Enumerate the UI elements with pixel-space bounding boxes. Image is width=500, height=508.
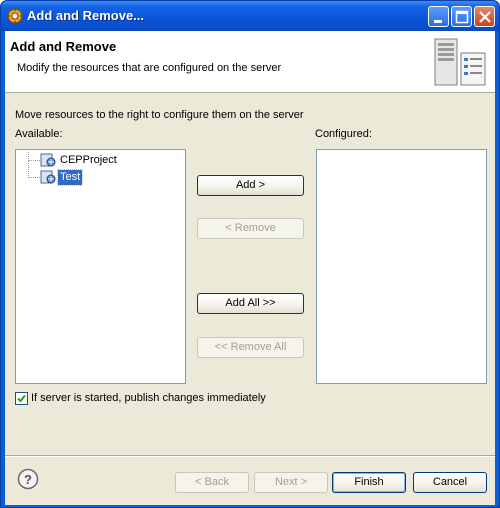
minimize-button[interactable] xyxy=(428,6,449,27)
instructions-label: Move resources to the right to configure… xyxy=(15,109,304,121)
maximize-icon xyxy=(455,10,469,24)
add-all-button[interactable]: Add All >> xyxy=(197,293,304,314)
dialog-window: Add and Remove... Add and Remove Modify … xyxy=(0,0,500,508)
publish-immediately-label[interactable]: If server is started, publish changes im… xyxy=(31,392,266,404)
eclipse-gear-icon xyxy=(7,8,23,24)
list-item[interactable]: Test xyxy=(16,161,185,186)
tree-connector xyxy=(28,152,40,161)
server-icon xyxy=(429,37,489,89)
configured-label: Configured: xyxy=(315,128,372,140)
wizard-header: Add and Remove Modify the resources that… xyxy=(5,31,495,93)
header-subtitle: Modify the resources that are configured… xyxy=(17,62,282,74)
maximize-button[interactable] xyxy=(451,6,472,27)
add-button[interactable]: Add > xyxy=(197,175,304,196)
web-project-icon xyxy=(40,152,56,168)
available-list[interactable]: CEPProject Test xyxy=(15,149,186,384)
minimize-icon xyxy=(434,20,442,23)
available-label: Available: xyxy=(15,128,63,140)
finish-button[interactable]: Finish xyxy=(332,472,406,493)
svg-text:?: ? xyxy=(24,472,32,487)
configured-list[interactable] xyxy=(316,149,487,384)
remove-button[interactable]: < Remove xyxy=(197,218,304,239)
next-button[interactable]: Next > xyxy=(254,472,328,493)
tree-item-label: CEPProject xyxy=(60,154,117,166)
web-project-icon xyxy=(40,169,56,185)
list-item[interactable]: CEPProject xyxy=(16,152,185,168)
title-bar[interactable]: Add and Remove... xyxy=(1,1,499,31)
checkmark-icon xyxy=(17,394,26,403)
footer-separator xyxy=(5,455,495,457)
tree-item-label: Test xyxy=(56,169,84,186)
window-title: Add and Remove... xyxy=(27,8,145,23)
back-button[interactable]: < Back xyxy=(175,472,249,493)
cancel-button[interactable]: Cancel xyxy=(413,472,487,493)
help-icon[interactable]: ? xyxy=(17,468,39,490)
close-button[interactable] xyxy=(474,6,495,27)
close-icon xyxy=(479,11,491,23)
tree-connector xyxy=(28,161,40,178)
header-title: Add and Remove xyxy=(10,39,117,54)
publish-immediately-checkbox[interactable] xyxy=(15,392,28,405)
remove-all-button[interactable]: << Remove All xyxy=(197,337,304,358)
dialog-client-area: Add and Remove Modify the resources that… xyxy=(5,31,495,505)
